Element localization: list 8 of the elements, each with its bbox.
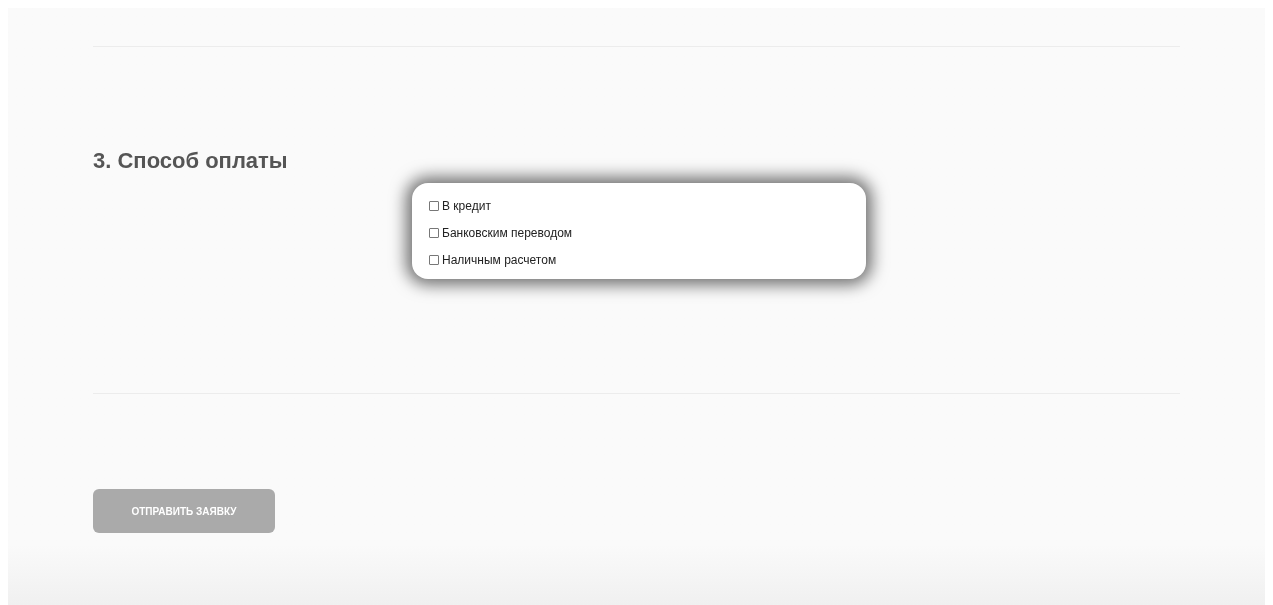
payment-option[interactable]: В кредит <box>429 197 491 215</box>
option-label: В кредит <box>442 198 491 215</box>
checkbox[interactable] <box>429 255 439 265</box>
checkbox[interactable] <box>429 228 439 238</box>
option-label: Наличным расчетом <box>442 252 557 269</box>
checkbox[interactable] <box>429 201 439 211</box>
section-title: 3. Способ оплаты <box>93 147 289 175</box>
payment-option[interactable]: Наличным расчетом <box>429 251 557 269</box>
